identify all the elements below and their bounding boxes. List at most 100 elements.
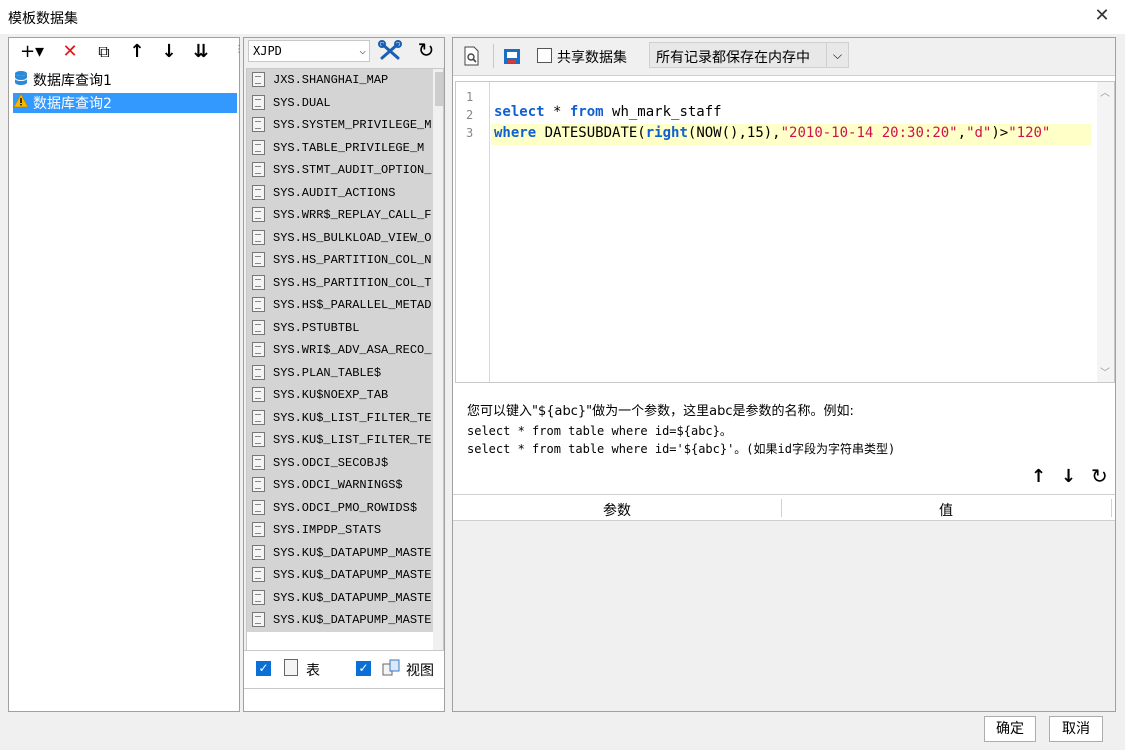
table-name: SYS.SYSTEM_PRIVILEGE_M [273,118,432,132]
view-icon [382,659,400,676]
table-list[interactable]: JXS.SHANGHAI_MAP SYS.DUAL SYS.SYSTEM_PRIVI… [246,68,444,666]
table-name: SYS.WRR$_REPLAY_CALL_F [273,208,432,222]
table-row[interactable]: SYS.HS_PARTITION_COL_N [247,249,433,272]
table-icon [252,432,265,448]
table-name: SYS.KU$NOEXP_TAB [273,388,389,402]
view-filter-checkbox[interactable]: ✓ [356,661,371,676]
table-row[interactable]: SYS.PSTUBTBL [247,316,433,339]
table-icon [252,477,265,493]
parameter-hint-example1: select * from table where id=${abc}。 [467,424,732,438]
line-number-gutter: 1 2 3 [456,82,490,382]
sort-icon[interactable]: ⇊ [189,40,213,64]
table-row[interactable]: SYS.DUAL [247,91,433,114]
table-name: SYS.KU$_LIST_FILTER_TE [273,433,432,447]
column-divider [1111,499,1112,517]
parameter-hint: 您可以键入"${abc}"做为一个参数，这里abc是参数的名称。例如: [467,404,854,419]
table-row[interactable]: SYS.HS_PARTITION_COL_T [247,271,433,294]
table-row[interactable]: SYS.ODCI_SECOBJ$ [247,451,433,474]
table-search-input[interactable] [244,688,444,711]
ok-button[interactable]: 确定 [984,716,1036,742]
table-name: SYS.KU$_LIST_FILTER_TE [273,410,432,425]
table-row[interactable]: SYS.ODCI_PMO_ROWIDS$ [247,496,433,519]
column-divider [781,499,782,517]
line-number: 2 [466,108,474,122]
table-icon [252,162,265,178]
table-filter-label: 表 [306,663,320,679]
connection-tools-icon[interactable] [376,40,404,62]
toolbar-divider [493,44,494,68]
export-icon[interactable] [503,46,521,66]
param-refresh-icon[interactable]: ↻ [1091,464,1108,488]
cancel-button[interactable]: 取消 [1049,716,1103,742]
table-list-scrollbar[interactable] [433,69,443,665]
share-dataset-checkbox[interactable] [537,48,552,63]
refresh-icon[interactable]: ↻ [414,38,438,62]
table-name: SYS.STMT_AUDIT_OPTION_ [273,163,432,177]
table-row[interactable]: SYS.IMPDP_STATS [247,519,433,542]
editor-scrollbar[interactable]: ︿ ﹀ [1097,82,1114,382]
tree-item-query1[interactable]: 数据库查询1 [13,70,237,90]
table-row[interactable]: SYS.WRR$_REPLAY_CALL_F [247,204,433,227]
table-row[interactable]: SYS.KU$_DATAPUMP_MASTE [247,609,433,632]
delete-icon[interactable]: ✕ [59,40,81,64]
table-row[interactable]: SYS.SYSTEM_PRIVILEGE_M [247,114,433,137]
table-row[interactable]: SYS.KU$_LIST_FILTER_TE [247,429,433,452]
sql-token: DATESUBDATE( [536,125,646,141]
table-row[interactable]: SYS.KU$_DATAPUMP_MASTE [247,541,433,564]
param-up-icon[interactable]: ↑ [1031,466,1046,487]
table-name: JXS.SHANGHAI_MAP [273,73,389,87]
table-row[interactable]: SYS.WRI$_ADV_ASA_RECO_ [247,339,433,362]
param-down-icon[interactable]: ↓ [1061,466,1076,487]
table-icon [252,454,265,470]
table-row[interactable]: SYS.HS_BULKLOAD_VIEW_O [247,226,433,249]
table-icon [252,72,265,88]
table-icon [252,567,265,583]
table-row[interactable]: SYS.KU$_DATAPUMP_MASTE [247,564,433,587]
sql-string: "120" [1008,125,1051,141]
table-icon [252,522,265,538]
table-row[interactable]: SYS.KU$_LIST_FILTER_TE [247,406,433,429]
line-number: 1 [466,90,474,104]
table-name: SYS.ODCI_SECOBJ$ [273,455,389,470]
close-icon[interactable]: ✕ [1090,5,1114,29]
table-icon [252,589,265,605]
table-list-scroll-thumb[interactable] [435,72,443,106]
chevron-down-icon: ⌵ [826,43,848,67]
table-name: SYS.AUDIT_ACTIONS [273,185,396,200]
table-name: SYS.KU$_DATAPUMP_MASTE [273,545,432,560]
sql-editor[interactable]: 1 2 3 select * from wh_mark_staff where … [455,81,1115,383]
table-name: SYS.IMPDP_STATS [273,523,382,537]
table-row[interactable]: SYS.KU$_DATAPUMP_MASTE [247,586,433,609]
table-row[interactable]: SYS.KU$NOEXP_TAB [247,384,433,407]
table-icon [252,409,265,425]
memory-mode-select[interactable]: 所有记录都保存在内存中 ⌵ [649,42,849,68]
value-column-header: 值 [939,503,953,519]
dialog-footer: 确定 取消 [0,712,1125,750]
scroll-up-icon[interactable]: ︿ [1100,84,1110,99]
preview-icon[interactable] [463,46,481,66]
table-icon [252,139,265,155]
window-title: 模板数据集 [8,11,78,27]
scroll-down-icon[interactable]: ﹀ [1100,364,1110,379]
table-icon [252,252,265,268]
tree-item-query2[interactable]: 数据库查询2 [13,93,237,113]
move-up-icon[interactable]: ↑ [127,40,147,64]
table-row[interactable]: SYS.TABLE_PRIVILEGE_M [247,136,433,159]
table-row[interactable]: JXS.SHANGHAI_MAP [247,69,433,92]
table-row[interactable]: SYS.STMT_AUDIT_OPTION_ [247,159,433,182]
table-icon [252,207,265,223]
sql-keyword: select [494,104,545,120]
schema-select[interactable]: XJPD ⌵ [248,40,370,62]
table-row[interactable]: SYS.AUDIT_ACTIONS [247,181,433,204]
table-filter-checkbox[interactable]: ✓ [256,661,271,676]
table-row[interactable]: SYS.ODCI_WARNINGS$ [247,474,433,497]
table-name: SYS.HS$_PARALLEL_METAD [273,298,432,312]
table-row[interactable]: SYS.HS$_PARALLEL_METAD [247,294,433,317]
parameter-table-body[interactable] [453,521,1115,711]
warning-icon [13,93,29,115]
move-down-icon[interactable]: ↓ [159,40,179,64]
parameter-table-header: 参数 值 [453,494,1115,521]
copy-icon[interactable]: ⧉ [93,40,115,64]
add-dataset-button[interactable]: +▾ [17,40,47,64]
table-row[interactable]: SYS.PLAN_TABLE$ [247,361,433,384]
